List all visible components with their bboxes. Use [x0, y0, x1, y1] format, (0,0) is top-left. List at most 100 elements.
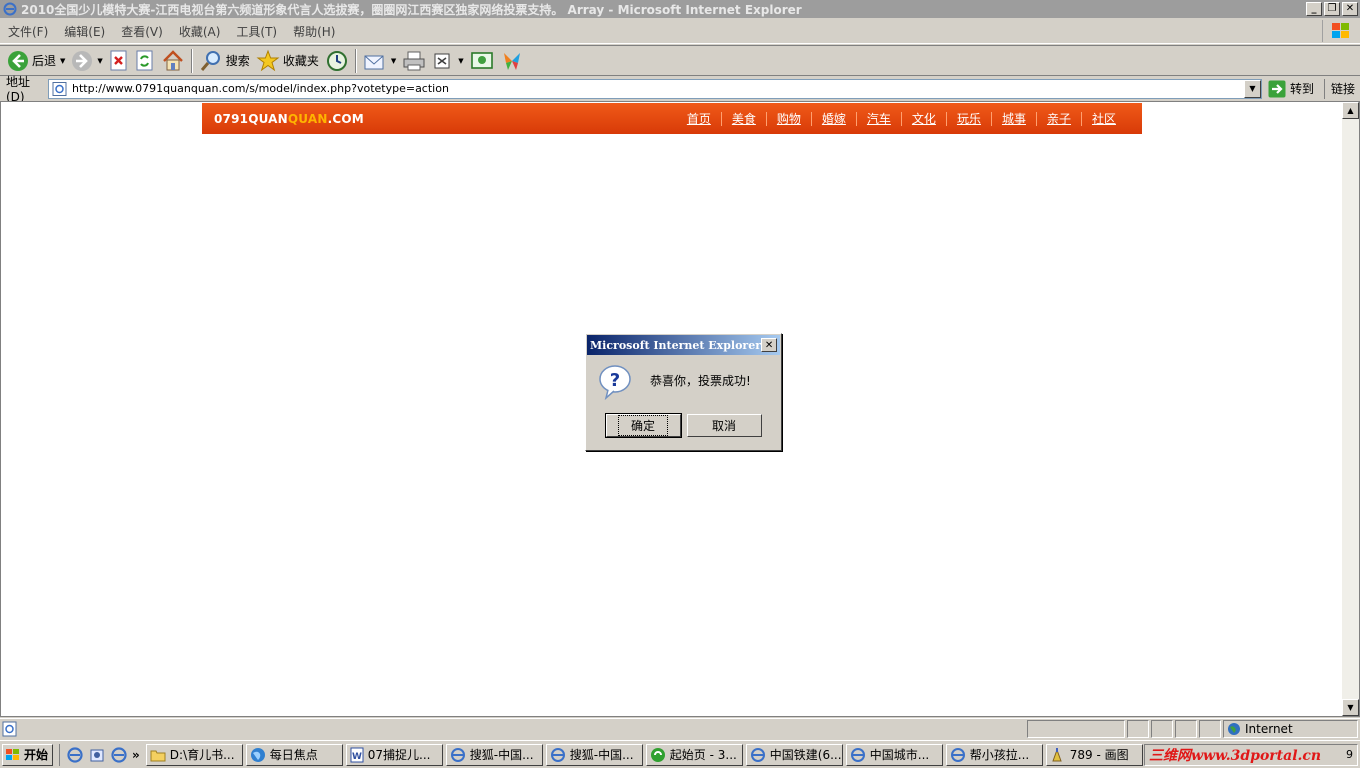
cancel-button[interactable]: 取消 — [686, 414, 762, 437]
ie-icon — [850, 747, 865, 762]
site-header: 0791QUANQUAN.COM 首页 美食 购物 婚嫁 汽车 文化 玩乐 城事… — [202, 103, 1142, 134]
task-button[interactable]: D:\育儿书... — [145, 743, 243, 766]
task-button[interactable]: 中国城市... — [845, 743, 943, 766]
history-icon — [326, 50, 347, 71]
dialog-title-bar[interactable]: Microsoft Internet Explorer ✕ — [587, 335, 780, 355]
toolbar-separator — [190, 48, 193, 73]
confirm-dialog: Microsoft Internet Explorer ✕ ? 恭喜你，投票成功… — [585, 333, 782, 451]
svg-text:?: ? — [610, 370, 620, 391]
menu-view[interactable]: 查看(V) — [113, 23, 171, 40]
menu-help[interactable]: 帮助(H) — [285, 23, 343, 40]
address-dropdown-icon[interactable]: ▼ — [1244, 79, 1261, 98]
star-icon — [256, 49, 280, 71]
menu-file[interactable]: 文件(F) — [0, 23, 56, 40]
nav-culture[interactable]: 文化 — [902, 110, 946, 127]
forward-button[interactable]: ▼ — [68, 47, 105, 74]
nav-community[interactable]: 社区 — [1082, 110, 1126, 127]
task-button[interactable]: 起始页 - 3... — [645, 743, 743, 766]
forward-arrow-icon — [72, 50, 93, 71]
toolbar-separator — [354, 48, 357, 73]
picture-icon — [470, 51, 493, 69]
task-button[interactable]: 中国铁建(6... — [745, 743, 843, 766]
site-logo[interactable]: 0791QUANQUAN.COM — [214, 112, 364, 126]
ie-icon — [750, 747, 765, 762]
dialog-close-button[interactable]: ✕ — [761, 338, 777, 352]
task-button[interactable]: 每日焦点 — [245, 743, 343, 766]
taskbar: 开始 » D:\育儿书... 每日焦点 W 07捕捉儿... 搜狐-中国... 搜… — [0, 740, 1360, 768]
nav-city[interactable]: 城事 — [992, 110, 1036, 127]
menu-edit[interactable]: 编辑(E) — [56, 23, 113, 40]
home-button[interactable] — [158, 47, 188, 74]
mail-dropdown-icon[interactable]: ▼ — [391, 57, 396, 65]
start-button[interactable]: 开始 — [2, 743, 54, 766]
refresh-button[interactable] — [132, 47, 158, 74]
close-button[interactable]: ✕ — [1342, 2, 1358, 16]
window-title-bar[interactable]: 2010全国少儿模特大赛-江西电视台第六频道形象代言人选拔赛，圈圈网江西赛区独家… — [0, 0, 1360, 18]
ie-quicklaunch-icon[interactable] — [110, 746, 128, 764]
status-panel — [1175, 720, 1197, 738]
media-button[interactable] — [467, 47, 497, 74]
menu-tools[interactable]: 工具(T) — [228, 23, 285, 40]
search-button[interactable]: 搜索 — [196, 47, 253, 74]
task-button[interactable]: 789 - 画图 — [1045, 743, 1143, 766]
clock[interactable]: 9 — [1346, 748, 1353, 761]
task-label: 每日焦点 — [269, 748, 318, 762]
minimize-button[interactable]: _ — [1306, 2, 1322, 16]
dialog-title: Microsoft Internet Explorer — [590, 338, 762, 352]
nav-auto[interactable]: 汽车 — [857, 110, 901, 127]
status-panel — [1127, 720, 1149, 738]
refresh-icon — [136, 50, 153, 70]
globe-icon — [1228, 723, 1240, 735]
forward-dropdown-icon[interactable]: ▼ — [97, 57, 102, 65]
address-label: 地址(D) — [6, 75, 31, 104]
nav-wedding[interactable]: 婚嫁 — [812, 110, 856, 127]
task-button[interactable]: 搜狐-中国... — [545, 743, 643, 766]
vertical-scrollbar[interactable]: ▲ ▼ — [1342, 102, 1359, 716]
ie-logo-icon — [3, 2, 17, 16]
ie-icon — [950, 747, 965, 762]
back-dropdown-icon[interactable]: ▼ — [60, 57, 65, 65]
print-button[interactable] — [399, 47, 429, 74]
system-tray: 三维网www.3dportal.cn 9 — [1144, 743, 1358, 766]
menu-favorites[interactable]: 收藏(A) — [171, 23, 229, 40]
address-input[interactable] — [72, 82, 1232, 95]
favorites-button[interactable]: 收藏夹 — [253, 47, 322, 74]
nav-parenting[interactable]: 亲子 — [1037, 110, 1081, 127]
task-label: 中国铁建(6... — [769, 748, 842, 762]
task-list: D:\育儿书... 每日焦点 W 07捕捉儿... 搜狐-中国... 搜狐-中国.… — [145, 743, 1143, 766]
nav-home[interactable]: 首页 — [677, 110, 721, 127]
edit-dropdown-icon[interactable]: ▼ — [458, 57, 463, 65]
globe-icon — [250, 747, 265, 762]
back-button[interactable]: 后退 ▼ — [4, 47, 68, 74]
standard-toolbar: 后退 ▼ ▼ 搜索 收藏夹 ▼ ▼ — [0, 45, 1360, 76]
links-button[interactable]: 链接 — [1324, 78, 1355, 99]
status-bar: Internet — [0, 718, 1360, 739]
task-button[interactable]: W 07捕捉儿... — [345, 743, 443, 766]
outlook-quicklaunch-icon[interactable] — [88, 746, 106, 764]
task-label: 起始页 - 3... — [669, 748, 737, 762]
menu-bar: 文件(F) 编辑(E) 查看(V) 收藏(A) 工具(T) 帮助(H) — [0, 19, 1360, 44]
restore-button[interactable]: ❐ — [1324, 2, 1340, 16]
go-arrow-icon — [1268, 80, 1286, 97]
nav-food[interactable]: 美食 — [722, 110, 766, 127]
task-button[interactable]: 帮小孩拉... — [945, 743, 1043, 766]
status-progress-panel — [1027, 720, 1125, 738]
windows-logo-icon — [6, 748, 19, 760]
nav-entertainment[interactable]: 玩乐 — [947, 110, 991, 127]
task-button[interactable]: 搜狐-中国... — [445, 743, 543, 766]
scroll-up-icon[interactable]: ▲ — [1342, 102, 1359, 119]
security-zone[interactable]: Internet — [1223, 720, 1358, 738]
mail-button[interactable]: ▼ — [360, 47, 399, 74]
nav-shopping[interactable]: 购物 — [767, 110, 811, 127]
history-button[interactable] — [322, 47, 352, 74]
ok-button[interactable]: 确定 — [604, 413, 682, 438]
scroll-down-icon[interactable]: ▼ — [1342, 699, 1359, 716]
messenger-button[interactable] — [497, 47, 527, 74]
go-button[interactable]: 转到 — [1268, 79, 1314, 99]
address-box[interactable]: ▼ — [48, 78, 1262, 99]
edit-button[interactable]: ▼ — [429, 47, 466, 74]
chevron-right-icon[interactable]: » — [132, 748, 140, 762]
stop-button[interactable] — [106, 47, 132, 74]
mail-icon — [364, 55, 384, 69]
ie-quicklaunch-icon[interactable] — [66, 746, 84, 764]
